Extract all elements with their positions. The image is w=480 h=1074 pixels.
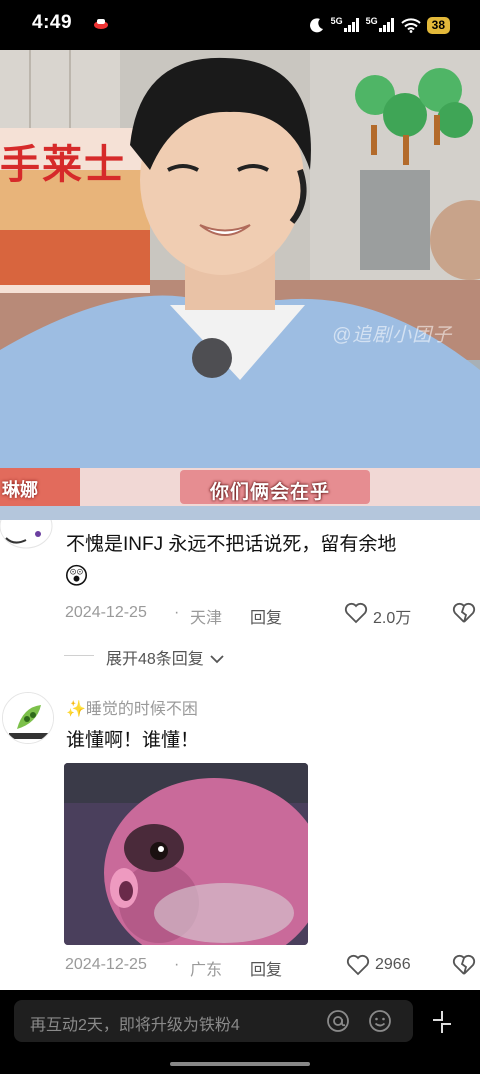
network-label-1: 5G bbox=[330, 16, 343, 26]
pink-bear-image bbox=[64, 763, 308, 945]
home-indicator[interactable] bbox=[170, 1062, 310, 1066]
moon-icon bbox=[309, 18, 323, 33]
reply-button[interactable]: 回复 bbox=[250, 956, 282, 980]
broken-heart-icon[interactable] bbox=[452, 602, 476, 624]
wifi-icon bbox=[400, 17, 421, 33]
shop-sign-text: 手莱士 bbox=[0, 143, 126, 187]
commenter-username[interactable]: ✨睡觉的时候不困 bbox=[66, 695, 198, 719]
avatar-image bbox=[3, 693, 53, 743]
name-tag: 琳娜 bbox=[2, 480, 38, 500]
smiley-icon[interactable] bbox=[368, 1009, 392, 1033]
status-bar: 4:49 5G 5G 38 bbox=[0, 0, 480, 50]
video-frame bbox=[0, 50, 480, 520]
comment-date: 2024-12-25 bbox=[65, 956, 147, 973]
comment-separator: · bbox=[174, 604, 180, 621]
expand-divider bbox=[64, 655, 94, 656]
status-time: 4:49 bbox=[32, 12, 73, 33]
video-caption: 你们俩会在乎 bbox=[210, 482, 331, 503]
comment-image[interactable] bbox=[64, 763, 308, 945]
broken-heart-icon[interactable] bbox=[452, 954, 476, 976]
comment-input[interactable]: 再互动2天，即将升级为铁粉4 bbox=[14, 1000, 413, 1042]
video-player[interactable]: 手莱士 @追剧小团子 琳娜 你们俩会在乎 bbox=[0, 50, 480, 520]
comment-text: 谁懂啊！谁懂！ bbox=[66, 730, 200, 751]
signal-icon-2 bbox=[378, 18, 394, 32]
heart-icon[interactable] bbox=[344, 602, 368, 624]
comment-text: 不愧是INFJ 永远不把话说死，留有余地 bbox=[66, 534, 397, 555]
comment-location: 广东 bbox=[190, 962, 223, 979]
commenter-avatar[interactable] bbox=[0, 520, 56, 550]
comment-date: 2024-12-25 bbox=[65, 604, 147, 621]
reply-button[interactable]: 回复 bbox=[250, 604, 282, 628]
signal-icon bbox=[343, 18, 359, 32]
comment-location: 天津 bbox=[190, 610, 223, 627]
battery-indicator: 38 bbox=[426, 16, 450, 34]
comment-emoji: 😲 bbox=[64, 563, 90, 590]
comment-input-placeholder: 再互动2天，即将升级为铁粉4 bbox=[30, 1017, 240, 1034]
like-count: 2.0万 bbox=[373, 610, 412, 627]
status-indicators: 5G 5G 38 bbox=[309, 13, 450, 37]
comment-input-bar: 再互动2天，即将升级为铁粉4 bbox=[0, 990, 480, 1074]
collapse-arrows-icon[interactable] bbox=[428, 1008, 456, 1036]
app-notification-icon bbox=[94, 19, 108, 29]
video-watermark: @追剧小团子 bbox=[332, 325, 453, 346]
heart-icon[interactable] bbox=[346, 954, 370, 976]
commenter-avatar[interactable] bbox=[2, 692, 54, 744]
comment-list: 不愧是INFJ 永远不把话说死，留有余地 😲 2024-12-25 · 天津 回… bbox=[0, 520, 480, 990]
like-count: 2966 bbox=[375, 956, 411, 973]
chevron-down-icon bbox=[210, 655, 224, 664]
comment-separator: · bbox=[174, 956, 180, 973]
network-label-2: 5G bbox=[365, 16, 378, 26]
expand-replies-label: 展开48条回复 bbox=[106, 651, 204, 668]
expand-replies-button[interactable]: 展开48条回复 bbox=[106, 645, 224, 669]
at-icon[interactable] bbox=[326, 1009, 350, 1033]
